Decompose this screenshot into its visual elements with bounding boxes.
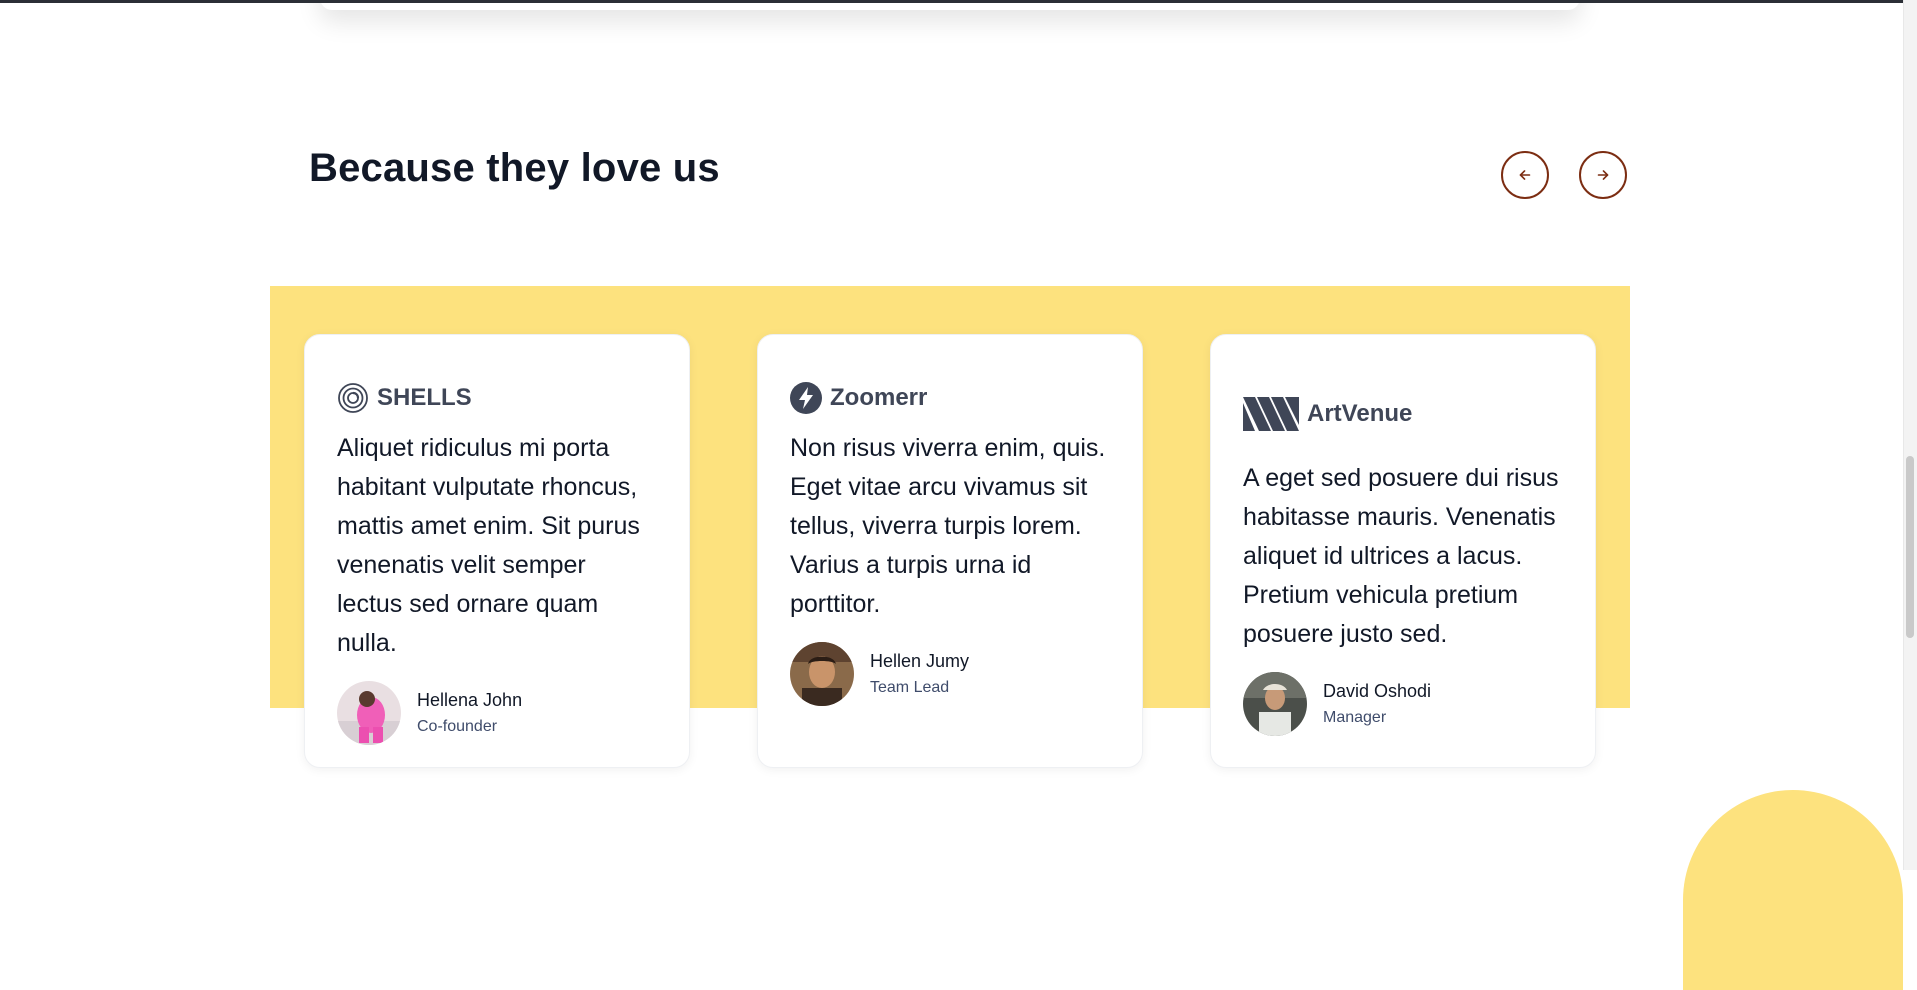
company-brand: ArtVenue	[1243, 397, 1563, 431]
carousel-next-button[interactable]	[1579, 151, 1627, 199]
spiral-logo-icon	[337, 382, 369, 414]
scrollbar-thumb[interactable]	[1906, 456, 1914, 638]
arrow-left-icon	[1516, 166, 1534, 184]
testimonial-card: SHELLS Aliquet ridiculus mi porta habita…	[304, 334, 690, 768]
testimonial-author: Hellena John Co-founder	[337, 681, 657, 745]
author-name: David Oshodi	[1323, 679, 1431, 703]
testimonial-quote: Non risus viverra enim, quis. Eget vitae…	[790, 429, 1110, 624]
carousel-prev-button[interactable]	[1501, 151, 1549, 199]
lightning-logo-icon	[790, 382, 822, 414]
company-brand: SHELLS	[337, 381, 657, 415]
testimonial-quote: Aliquet ridiculus mi porta habitant vulp…	[337, 429, 657, 663]
company-name: ArtVenue	[1307, 400, 1412, 428]
company-name: SHELLS	[377, 384, 472, 412]
testimonial-quote: A eget sed posuere dui risus habitasse m…	[1243, 459, 1563, 654]
author-role: Manager	[1323, 707, 1431, 729]
author-role: Team Lead	[870, 677, 969, 699]
arrow-right-icon	[1594, 166, 1612, 184]
testimonial-author: Hellen Jumy Team Lead	[790, 642, 1110, 706]
page-scrollbar[interactable]	[1903, 0, 1917, 870]
testimonial-card: Zoomerr Non risus viverra enim, quis. Eg…	[757, 334, 1143, 768]
decorative-blob	[1683, 790, 1903, 990]
section-title: Because they love us	[309, 146, 720, 191]
company-brand: Zoomerr	[790, 381, 1110, 415]
testimonial-author: David Oshodi Manager	[1243, 672, 1563, 736]
author-name: Hellena John	[417, 688, 522, 712]
stripes-logo-icon	[1243, 397, 1299, 431]
author-name: Hellen Jumy	[870, 649, 969, 673]
testimonial-card: ArtVenue A eget sed posuere dui risus ha…	[1210, 334, 1596, 768]
avatar	[1243, 672, 1307, 736]
author-role: Co-founder	[417, 716, 522, 738]
avatar	[337, 681, 401, 745]
company-name: Zoomerr	[830, 384, 927, 412]
top-border	[0, 0, 1917, 3]
avatar	[790, 642, 854, 706]
